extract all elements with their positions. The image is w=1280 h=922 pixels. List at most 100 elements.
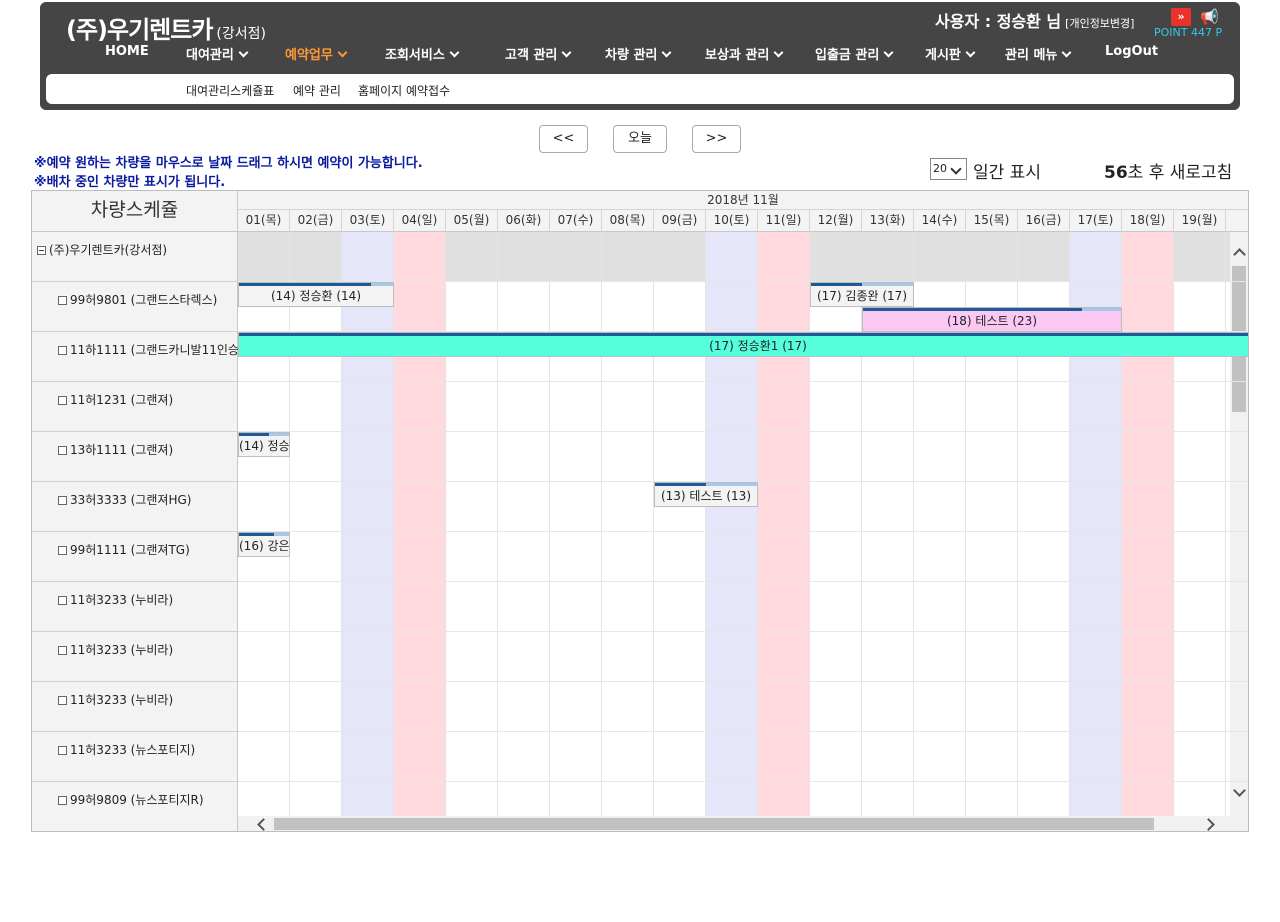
day-column[interactable] [342,232,394,816]
next-period-button[interactable]: >> [692,125,741,153]
vehicle-label: 33허3333 (그랜져HG) [70,493,192,507]
nav-item-7[interactable]: 입출금 관리 [815,44,894,63]
days-select-value: 20 [933,162,947,175]
nav-item-3[interactable]: 조회서비스 [385,44,460,63]
vehicle-row[interactable]: 13하1111 (그랜져) [32,432,238,482]
checkbox-icon[interactable] [58,446,67,455]
day-header: 03(토) [342,210,394,232]
schedule-grid[interactable]: 01(목) 02(금) 03(토) 04(일) 05(월) 06(화) 07(수) 08(목)… [238,210,1248,816]
progress-track [269,433,289,436]
vehicle-row[interactable]: 11허3233 (누비라) [32,582,238,632]
quick-link-icon[interactable] [1171,8,1191,26]
subnav-item-1[interactable]: 예약 관리 [293,82,341,99]
vehicle-group-row[interactable]: (주)우기렌트카(강서점) [32,232,238,282]
day-column[interactable] [758,232,810,816]
nav-item-4[interactable]: 고객 관리 [505,44,572,63]
reservation-event[interactable]: (13) 테스트 (13) [654,482,758,507]
checkbox-icon[interactable] [58,696,67,705]
checkbox-icon[interactable] [58,546,67,555]
nav-item-label: LogOut [1105,44,1159,59]
vehicle-row[interactable]: 99허9801 (그랜드스타렉스) [32,282,238,332]
company-logo[interactable]: (주)우기렌트카 (강서점) [66,10,266,45]
checkbox-icon[interactable] [58,796,67,805]
checkbox-icon[interactable] [58,296,67,305]
profile-edit-link[interactable]: [개인정보변경] [1065,17,1134,30]
vertical-scrollbar[interactable] [1230,232,1248,816]
checkbox-icon[interactable] [58,346,67,355]
vehicle-row[interactable]: 11허1231 (그랜져) [32,382,238,432]
scroll-right-icon[interactable] [1202,818,1215,831]
day-column[interactable] [550,232,602,816]
vehicle-row[interactable]: 11하1111 (그랜드카니발11인승) [32,332,244,382]
reservation-event[interactable]: (18) 테스트 (23) [862,307,1122,332]
checkbox-icon[interactable] [58,746,67,755]
nav-item-8[interactable]: 게시판 [925,44,976,63]
subnav-item-2[interactable]: 홈페이지 예약접수 [358,82,450,99]
day-column[interactable] [238,232,290,816]
day-header: 16(금) [1018,210,1070,232]
day-column[interactable] [498,232,550,816]
megaphone-icon[interactable]: 📢 [1200,8,1220,26]
subnav-item-0[interactable]: 대여관리스케쥴표 [186,82,274,99]
scroll-down-icon[interactable] [1233,784,1246,797]
chevron-down-icon [449,47,460,58]
checkbox-icon[interactable] [58,496,67,505]
day-column[interactable] [1122,232,1174,816]
schedule-title: 차량스케쥴 [32,191,238,232]
day-header: 01(목) [238,210,290,232]
today-button[interactable]: 오늘 [613,125,667,153]
prev-period-button[interactable]: << [539,125,588,153]
day-header: 13(화) [862,210,914,232]
reservation-event[interactable]: (14) 정승 [238,432,290,457]
nav-item-6[interactable]: 보상과 관리 [705,44,784,63]
nav-item-9[interactable]: 관리 메뉴 [1005,44,1072,63]
branch-name: (강서점) [216,26,266,42]
event-label: (17) 김종완 (17) [816,289,907,303]
nav-item-1[interactable]: 대여관리 [186,44,249,63]
vehicle-row[interactable]: 11허3233 (누비라) [32,682,238,732]
reservation-event[interactable]: (17) 정승환1 (17) [238,332,1248,357]
reservation-event[interactable]: (14) 정승환 (14) [238,282,394,307]
vehicle-row[interactable]: 11허3233 (누비라) [32,632,238,682]
company-name: (주)우기렌트카 [66,16,213,44]
day-column[interactable] [394,232,446,816]
reservation-event[interactable]: (17) 김종완 (17) [810,282,914,307]
day-column[interactable] [1174,232,1226,816]
nav-item-2[interactable]: 예약업무 [285,44,348,63]
day-column[interactable] [810,232,862,816]
collapse-icon[interactable] [37,246,46,255]
day-header: 10(토) [706,210,758,232]
vehicle-row[interactable]: 99허9809 (뉴스포티지R) [32,782,238,831]
day-header: 07(수) [550,210,602,232]
scroll-left-icon[interactable] [257,818,270,831]
day-header: 06(화) [498,210,550,232]
event-label: (17) 정승환1 (17) [709,339,807,353]
checkbox-icon[interactable] [58,396,67,405]
day-column[interactable] [446,232,498,816]
horizontal-scrollbar[interactable] [238,816,1248,831]
chevron-down-icon [883,47,894,58]
event-label: (14) 정승환 (14) [270,289,361,303]
vehicle-row[interactable]: 11허3233 (뉴스포티지) [32,732,238,782]
progress-track [371,283,393,286]
day-column[interactable] [290,232,342,816]
days-label: 일간 표시 [973,163,1041,183]
horizontal-scroll-thumb[interactable] [274,818,1154,830]
reservation-event[interactable]: (16) 강은 [238,532,290,557]
days-select[interactable]: 20 [930,158,967,180]
scroll-up-icon[interactable] [1233,248,1246,261]
day-column[interactable] [654,232,706,816]
nav-item-0[interactable]: HOME [105,44,149,59]
vehicle-label: 11하1111 (그랜드카니발11인승) [70,343,244,357]
nav-item-label: 대여관리 [186,48,234,63]
point-balance: POINT 447 P [1154,26,1223,39]
day-column[interactable] [706,232,758,816]
vehicle-row[interactable]: 33허3333 (그랜져HG) [32,482,238,532]
vehicle-row[interactable]: 99허1111 (그랜져TG) [32,532,238,582]
nav-item-5[interactable]: 차량 관리 [605,44,672,63]
checkbox-icon[interactable] [58,596,67,605]
nav-item-10[interactable]: LogOut [1105,44,1158,59]
refresh-count: 56 [1104,163,1128,183]
checkbox-icon[interactable] [58,646,67,655]
day-column[interactable] [602,232,654,816]
